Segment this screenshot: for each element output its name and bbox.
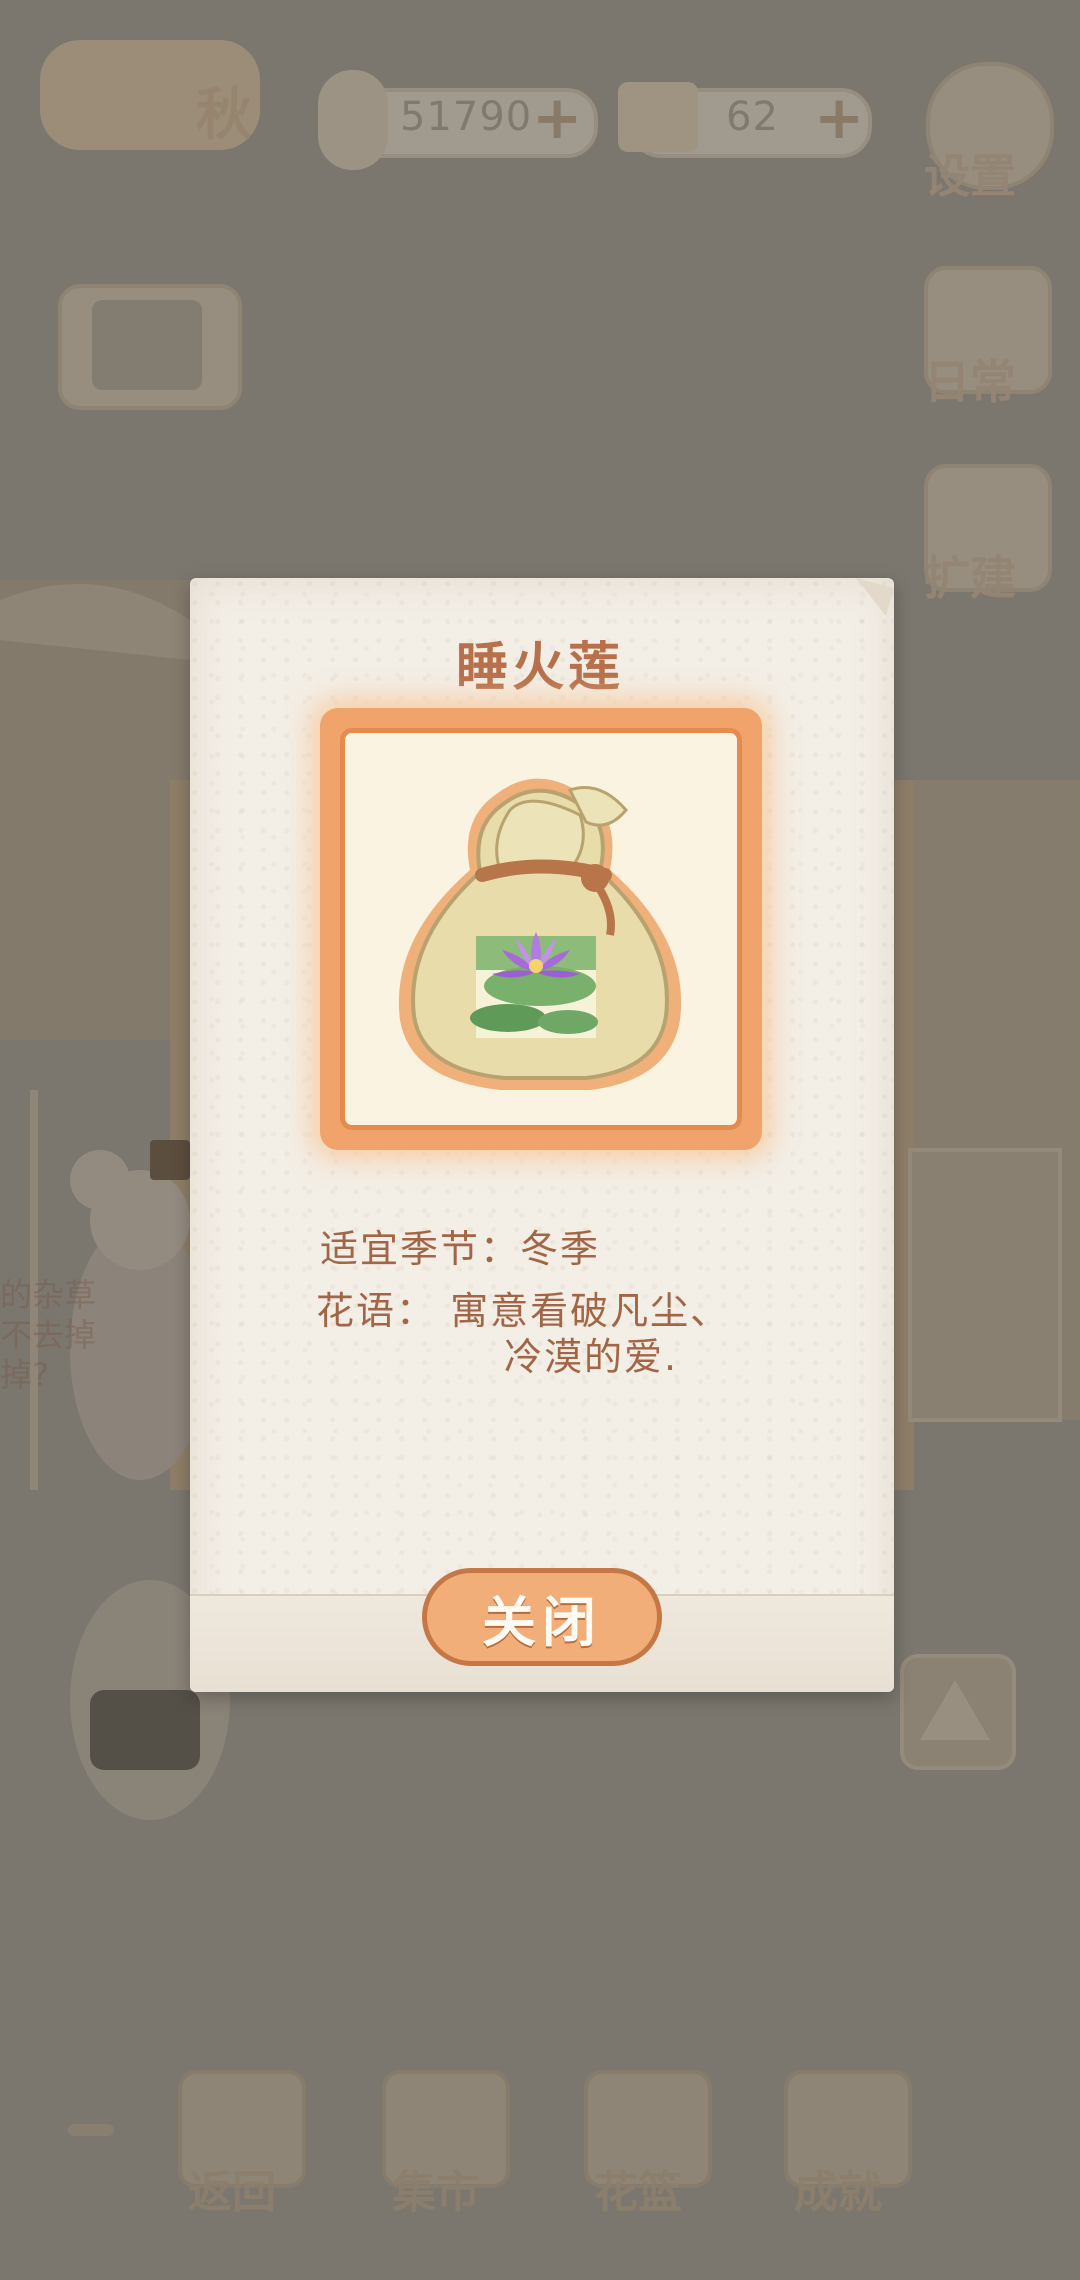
bg-text-line-3: 掉?	[0, 1356, 49, 1394]
market-label: 集市	[392, 2167, 480, 2218]
flower-language-line-2: 冷漠的爱.	[504, 1335, 679, 1379]
back-label: 返回	[188, 2167, 276, 2218]
briefcase-icon	[92, 300, 202, 390]
background-dialog-text: 的杂草 不去掉 掉?	[0, 1270, 180, 1410]
bottom-nav-dash	[68, 2124, 114, 2136]
close-label: 关闭	[482, 1590, 602, 1654]
suitable-season-text: 适宜季节：冬季	[320, 1227, 601, 1271]
achievements-label: 成就	[794, 2167, 882, 2218]
dialog-title: 睡火莲	[455, 638, 624, 698]
daily-label: 日常	[924, 355, 1016, 409]
paper-corner-fold-icon	[856, 578, 894, 616]
bottom-nav: 返回 集市 花篮 成就	[0, 2050, 1080, 2250]
expand-label: 扩建	[924, 551, 1016, 605]
close-button[interactable]: 关闭	[422, 1568, 662, 1666]
flower-basket-label: 花篮	[594, 2167, 682, 2218]
seed-bag-water-lily-icon	[398, 778, 682, 1090]
